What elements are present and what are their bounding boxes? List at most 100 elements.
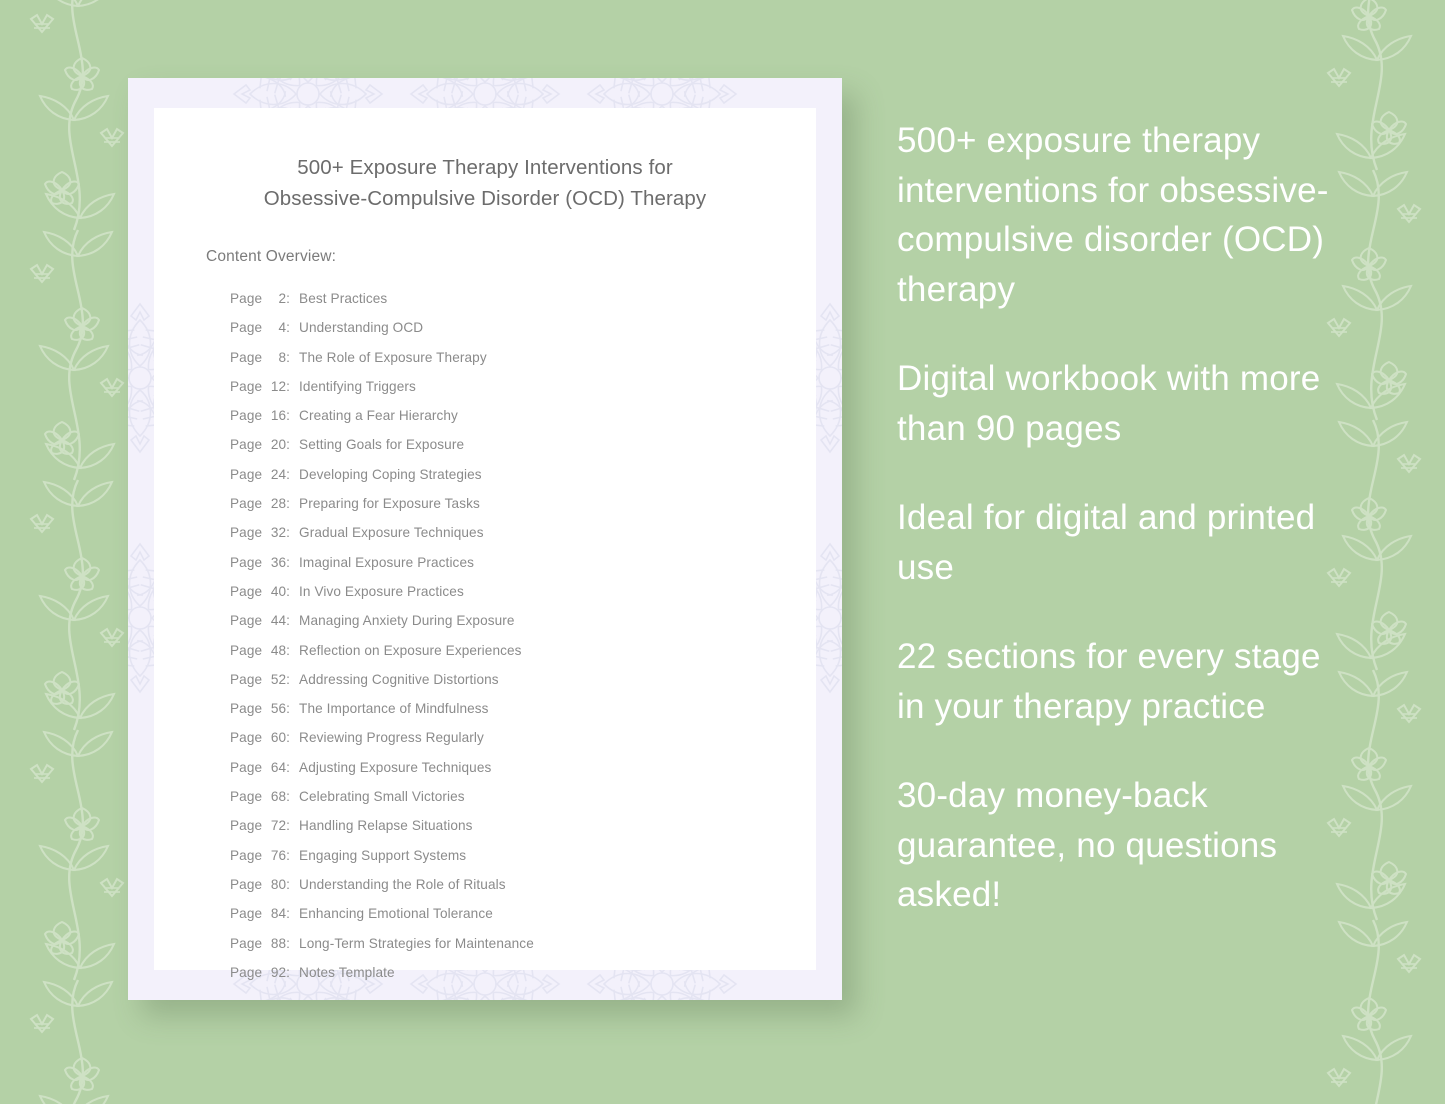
toc-entry-title: Reviewing Progress Regularly [299,730,484,746]
toc-entry-page-word: Page [230,554,263,570]
toc-entry: Page 60: Reviewing Progress Regularly [230,723,764,752]
toc-entry-page-number: 52: [270,671,291,687]
toc-entry: Page 12: Identifying Triggers [230,372,764,401]
toc-entry-title: Enhancing Emotional Tolerance [299,906,493,922]
product-preview-card: 500+ Exposure Therapy Interventions for … [128,78,842,1000]
toc-entry: Page 80: Understanding the Role of Ritual… [230,870,764,899]
toc-entry-page-word: Page [230,818,263,834]
toc-entry-title: Long-Term Strategies for Maintenance [299,935,534,951]
toc-entry-page-word: Page [230,906,263,922]
document-page: 500+ Exposure Therapy Interventions for … [154,108,816,980]
toc-entry-title: In Vivo Exposure Practices [299,583,464,599]
toc-entry: Page 44: Managing Anxiety During Exposure [230,606,764,635]
toc-entry-page-number: 8: [278,349,291,365]
toc-entry-page-word: Page [230,642,263,658]
toc-entry-title: The Role of Exposure Therapy [299,349,487,365]
toc-entry-page-word: Page [230,701,263,717]
toc-entry-page-number: 88: [270,935,291,951]
toc-entry-page-number: 84: [270,906,291,922]
marketing-copy-column: 500+ exposure therapy interventions for … [897,116,1349,920]
toc-entry-title: Imaginal Exposure Practices [299,554,475,570]
toc-entry-title: Engaging Support Systems [299,847,467,863]
toc-entry-page-word: Page [230,320,263,336]
toc-entry-page-word: Page [230,759,263,775]
toc-entry-title: Setting Goals for Exposure [299,437,465,453]
content-overview-label: Content Overview: [206,248,337,265]
toc-entry-page-number: 68: [270,789,291,805]
toc-entry-page-word: Page [230,408,263,424]
toc-entry: Page 20: Setting Goals for Exposure [230,430,764,459]
marketing-block: 500+ exposure therapy interventions for … [897,121,1329,309]
toc-entry-page-word: Page [230,583,263,599]
toc-entry-title: Best Practices [299,291,388,306]
marketing-block: Ideal for digital and printed use [897,498,1316,587]
toc-entry-title: Celebrating Small Victories [299,789,465,805]
toc-entry: Page 72: Handling Relapse Situations [230,811,764,840]
toc-entry: Page 28: Preparing for Exposure Tasks [230,489,764,518]
toc-entry-page-word: Page [230,730,263,746]
toc-entry-page-word: Page [230,466,263,482]
toc-entry-title: The Importance of Mindfulness [299,701,489,717]
page-title-line-2: Obsessive-Compulsive Disorder (OCD) Ther… [263,187,707,210]
marketing-block: 22 sections for every stage in your ther… [897,637,1321,726]
toc-entry: Page 88: Long-Term Strategies for Mainten… [230,929,764,958]
toc-entry-page-number: 64: [270,759,291,775]
toc-entry-page-number: 2: [278,291,291,306]
toc-entry-page-number: 12: [270,378,291,394]
toc-entry-title: Understanding the Role of Rituals [299,876,506,892]
toc-entry-page-number: 80: [270,876,291,892]
toc-entry: Page 52: Addressing Cognitive Distortions [230,665,764,694]
toc-entry-page-number: 56: [270,701,291,717]
toc-entry-title: Creating a Fear Hierarchy [299,408,458,424]
toc-entry-title: Understanding OCD [299,320,424,336]
toc-entry-page-word: Page [230,378,263,394]
toc-entry: Page 8: The Role of Exposure Therapy [230,343,764,372]
toc-entry-page-word: Page [230,437,263,453]
toc-entry-page-word: Page [230,876,263,892]
toc-entry-title: Managing Anxiety During Exposure [299,613,515,629]
toc-entry-title: Adjusting Exposure Techniques [299,759,492,775]
toc-entry-title: Notes Template [299,964,395,980]
toc-entry-page-number: 36: [270,554,291,570]
toc-entry-page-word: Page [230,847,263,863]
toc-entry-title: Reflection on Exposure Experiences [299,642,522,658]
toc-entry: Page 36: Imaginal Exposure Practices [230,548,764,577]
toc-entry-page-number: 16: [270,408,291,424]
toc-entry-page-number: 4: [278,320,291,336]
toc-entry-title: Preparing for Exposure Tasks [299,496,480,512]
toc-entry-page-word: Page [230,525,263,541]
toc-entry-page-number: 40: [270,583,291,599]
toc-entry-title: Identifying Triggers [299,378,416,394]
table-of-contents: Page 2: Best Practices Page 4: Understandin… [206,284,764,987]
toc-entry: Page 32: Gradual Exposure Techniques [230,518,764,547]
toc-entry-page-word: Page [230,789,263,805]
toc-entry-page-number: 32: [270,525,291,541]
marketing-block: Digital workbook with more than 90 pages [897,359,1321,448]
marketing-block: 30-day money-back guarantee, no question… [897,776,1278,914]
toc-entry: Page 76: Engaging Support Systems [230,841,764,870]
toc-entry: Page 64: Adjusting Exposure Techniques [230,753,764,782]
toc-entry-page-word: Page [230,613,263,629]
toc-entry: Page 4: Understanding OCD [230,313,764,342]
toc-entry: Page 40: In Vivo Exposure Practices [230,577,764,606]
toc-entry-page-number: 20: [270,437,291,453]
toc-entry-title: Handling Relapse Situations [299,818,473,834]
toc-entry: Page 2: Best Practices [230,284,764,313]
toc-entry-page-number: 76: [270,847,291,863]
toc-entry: Page 84: Enhancing Emotional Tolerance [230,899,764,928]
toc-entry-page-word: Page [230,964,263,980]
toc-entry-title: Addressing Cognitive Distortions [299,671,499,687]
toc-entry-page-word: Page [230,291,263,306]
toc-entry-page-number: 28: [270,496,291,512]
toc-entry: Page 56: The Importance of Mindfulness [230,694,764,723]
toc-entry-page-number: 72: [270,818,291,834]
toc-entry-title: Gradual Exposure Techniques [299,525,484,541]
toc-entry-page-number: 92: [270,964,291,980]
page-title-line-1: 500+ Exposure Therapy Interventions for [297,156,673,179]
toc-entry-page-word: Page [230,349,263,365]
toc-entry-page-number: 48: [270,642,291,658]
toc-entry: Page 16: Creating a Fear Hierarchy [230,401,764,430]
toc-entry: Page 92: Notes Template [230,958,764,987]
toc-entry-page-word: Page [230,671,263,687]
toc-entry-page-word: Page [230,935,263,951]
